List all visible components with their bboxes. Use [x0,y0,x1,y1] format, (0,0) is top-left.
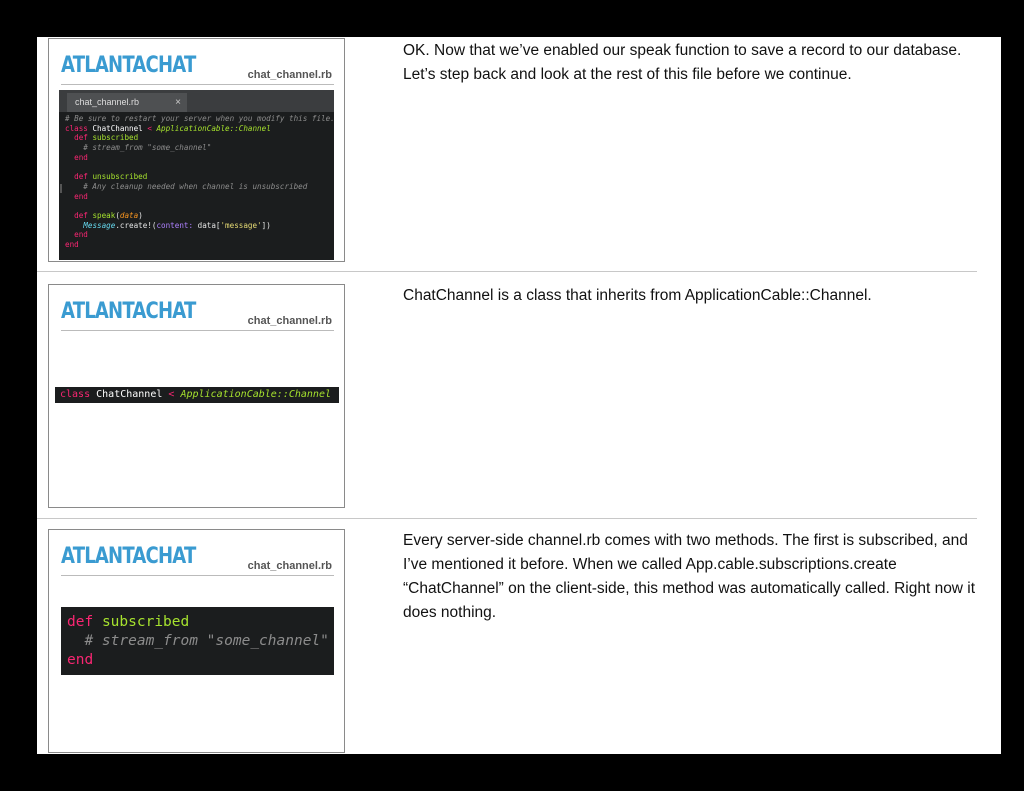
slide-brand: ATLANTACHAT [61,53,196,78]
close-icon: × [175,97,181,108]
slide-header-rule [61,330,334,331]
slide-thumbnail-2: ATLANTACHAT chat_channel.rb class ChatCh… [48,284,345,508]
editor-tab: chat_channel.rb × [67,93,187,112]
code-line: class ChatChannel < ApplicationCable::Ch… [55,387,339,403]
slide-row-2: ATLANTACHAT chat_channel.rb class ChatCh… [37,272,1001,518]
slide-filename: chat_channel.rb [247,315,332,327]
slide-notes: OK. Now that we’ve enabled our speak fun… [403,42,962,83]
code-line: end [65,240,79,250]
slide-row-1: ATLANTACHAT chat_channel.rb chat_channel… [37,37,1001,271]
code-line: def subscribed [67,614,190,630]
slide-notes: ChatChannel is a class that inherits fro… [403,287,872,304]
handout-page: ATLANTACHAT chat_channel.rb chat_channel… [37,37,1001,754]
code-line: def subscribed [74,133,139,143]
slide-brand: ATLANTACHAT [61,299,196,324]
code-line: end [67,652,94,668]
code-line: end [65,191,88,201]
slide-header-rule [61,84,334,85]
editor-tab-bar: chat_channel.rb × [59,90,334,112]
code-block: def subscribed # stream_from "some_chann… [61,607,334,675]
code-line: class ChatChannel < ApplicationCable::Ch… [65,123,271,133]
editor-tab-label: chat_channel.rb [75,97,140,107]
code-line: # Be sure to restart your server when yo… [65,114,335,123]
code-line: # Any cleanup needed when channel is uns… [65,181,308,191]
code-block: # Be sure to restart your server when yo… [65,114,335,250]
slide-thumbnail-1: ATLANTACHAT chat_channel.rb chat_channel… [48,38,345,262]
code-line: # stream_from "some_channel" [67,633,329,649]
slide-row-3: ATLANTACHAT chat_channel.rb def subscrib… [37,519,1001,754]
slide-brand: ATLANTACHAT [61,544,196,569]
code-line: def speak(data) [74,211,143,221]
code-line: Message.create!(content: data['message']… [83,220,271,230]
slide-header-rule [61,575,334,576]
slide-notes: Every server-side channel.rb comes with … [403,532,976,621]
code-line: end [65,152,88,162]
slide-filename: chat_channel.rb [247,560,332,572]
code-line: def unsubscribed [74,172,148,182]
slide-thumbnail-3: ATLANTACHAT chat_channel.rb def subscrib… [48,529,345,753]
fold-marker [60,184,62,193]
code-line: end [65,230,88,240]
code-line: # stream_from "some_channel" [65,143,212,153]
slide-filename: chat_channel.rb [247,69,332,81]
code-editor: chat_channel.rb × # Be sure to restart y… [59,90,335,260]
